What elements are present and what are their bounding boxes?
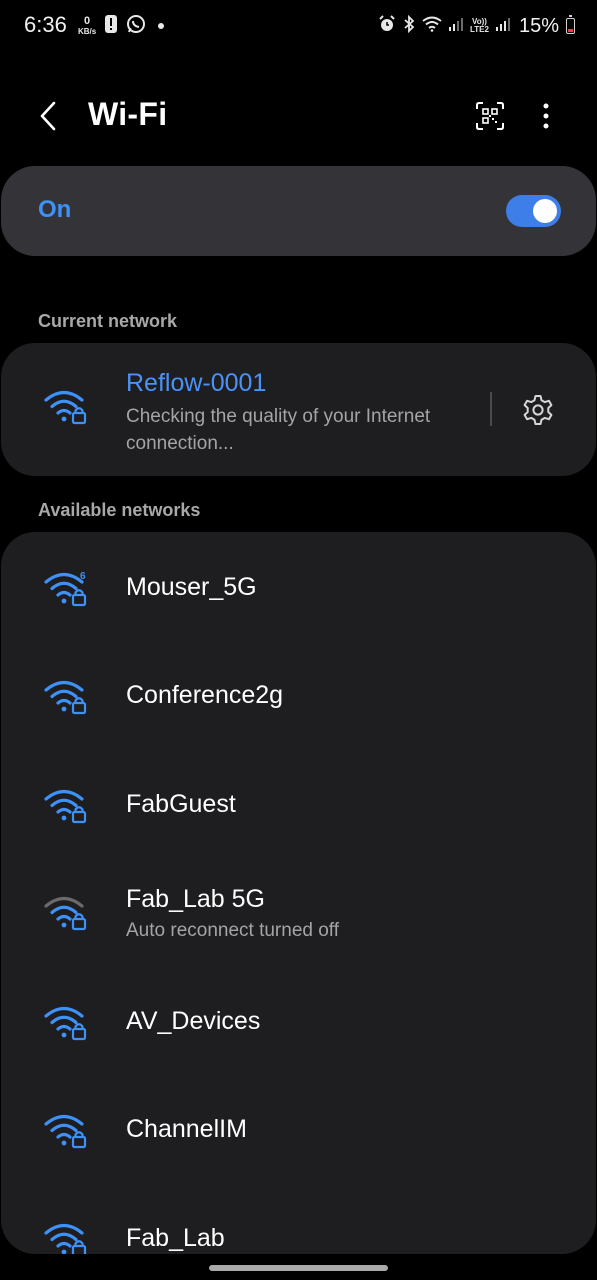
battery-percent: 15%: [518, 14, 559, 37]
signal-2-icon: [495, 16, 510, 37]
back-button[interactable]: [28, 96, 68, 136]
signal-1-icon: [449, 16, 463, 37]
network-speed-indicator: 0 KB/s: [78, 15, 97, 37]
gear-icon: [523, 395, 553, 425]
status-time: 6:36: [24, 12, 67, 37]
wifi-lock-weak-icon: [43, 892, 91, 937]
list-item[interactable]: ChannelIM: [1, 1077, 596, 1177]
network-settings-button[interactable]: [517, 389, 559, 431]
status-left-icons: 0 KB/s: [78, 14, 165, 39]
current-network-header: Current network: [38, 311, 178, 331]
toggle-knob: [533, 199, 557, 223]
network-speed-value: 0: [84, 15, 91, 27]
current-network-name: Reflow-0001: [126, 369, 267, 397]
qr-code-button[interactable]: [470, 96, 510, 136]
network-name: Mouser_5G: [126, 573, 257, 601]
wifi-lock-icon: [43, 1219, 91, 1254]
wifi-6-lock-icon: 6: [43, 568, 91, 613]
list-item[interactable]: Conference2g: [1, 643, 596, 743]
volte-indicator: Vo)) LTE2: [470, 18, 489, 34]
current-network-status: Checking the quality of your Internet co…: [126, 406, 431, 454]
divider: [490, 392, 492, 426]
alarm-icon: [378, 14, 396, 38]
more-vertical-icon: [543, 103, 549, 129]
available-networks-list: 6 Mouser_5G Conference2g FabGuest Fab_La…: [1, 532, 596, 1254]
wifi-status-icon: [422, 16, 442, 37]
status-bar: 6:36 0 KB/s Vo)) LTE2 15%: [0, 0, 597, 52]
svg-text:6: 6: [80, 571, 86, 582]
network-name: Fab_Lab: [126, 1224, 225, 1252]
list-item[interactable]: Fab_Lab: [1, 1186, 596, 1254]
gesture-nav-handle[interactable]: [209, 1265, 388, 1271]
app-bar: Wi-Fi: [0, 82, 597, 152]
network-name: FabGuest: [126, 790, 236, 818]
network-name: Conference2g: [126, 681, 284, 709]
bluetooth-icon: [403, 14, 415, 38]
wifi-lock-icon: [43, 676, 91, 721]
network-name: ChannelIM: [126, 1115, 247, 1143]
network-speed-unit: KB/s: [78, 27, 97, 36]
list-item[interactable]: Fab_Lab 5G Auto reconnect turned off: [1, 860, 596, 970]
battery-icon: [566, 15, 575, 34]
wifi-toggle-card[interactable]: On: [1, 166, 596, 256]
list-item[interactable]: 6 Mouser_5G: [1, 535, 596, 635]
wifi-lock-icon: [43, 386, 91, 431]
list-item[interactable]: FabGuest: [1, 752, 596, 852]
page-title: Wi-Fi: [88, 96, 168, 132]
wifi-toggle-switch[interactable]: [506, 195, 561, 227]
wifi-toggle-label: On: [38, 196, 72, 223]
network-name: AV_Devices: [126, 1007, 261, 1035]
status-right-icons: Vo)) LTE2 15%: [378, 12, 575, 40]
network-name: Fab_Lab 5G: [126, 885, 265, 913]
more-options-button[interactable]: [526, 96, 566, 136]
current-network-card[interactable]: Reflow-0001 Checking the quality of your…: [1, 343, 596, 476]
qr-code-icon: [476, 102, 504, 130]
network-subtitle: Auto reconnect turned off: [126, 920, 340, 941]
more-notifications-dot-icon: [158, 23, 165, 29]
available-networks-header: Available networks: [38, 500, 201, 520]
list-item[interactable]: AV_Devices: [1, 969, 596, 1069]
whatsapp-icon: [126, 14, 146, 39]
volte-bottom-label: LTE2: [470, 25, 489, 34]
notification-alert-icon: [104, 14, 118, 39]
wifi-lock-icon: [43, 785, 91, 830]
wifi-lock-icon: [43, 1110, 91, 1155]
back-arrow-icon: [40, 101, 56, 131]
wifi-lock-icon: [43, 1002, 91, 1047]
